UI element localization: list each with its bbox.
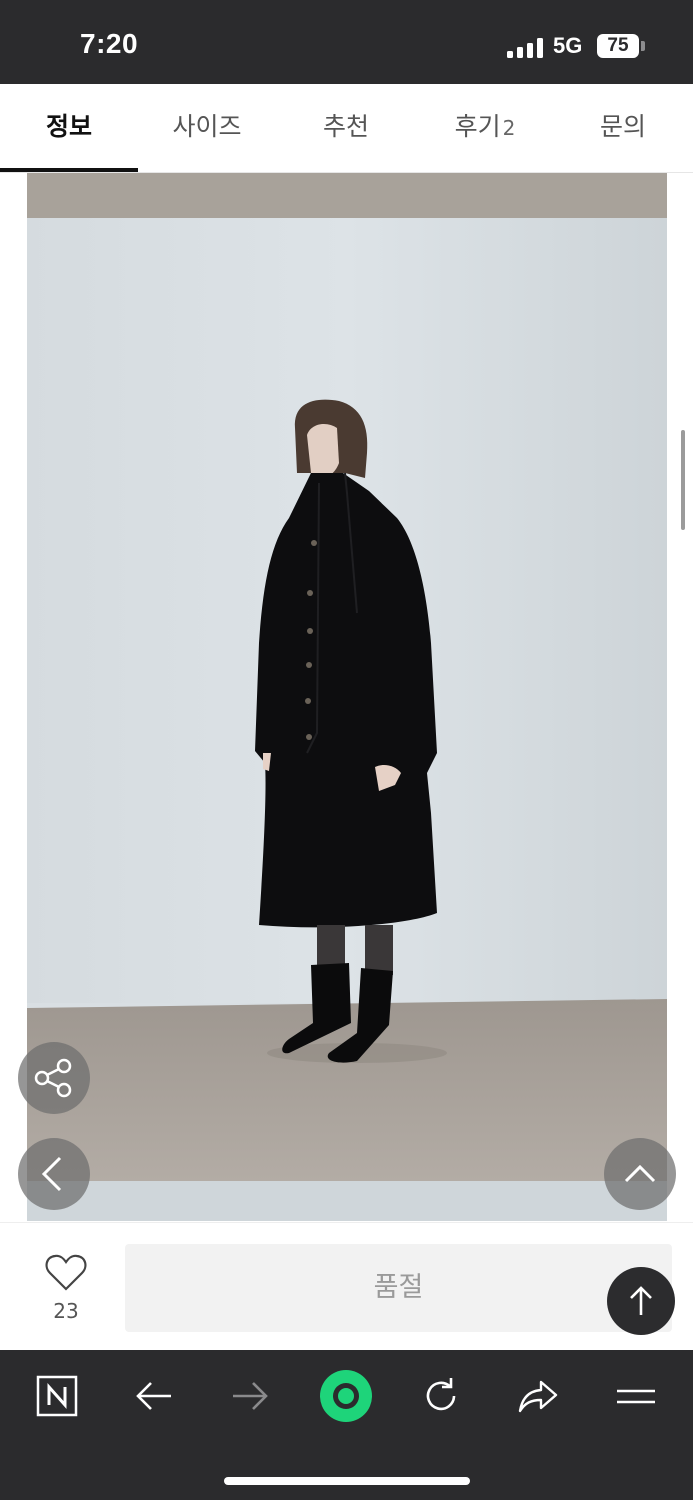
reload-icon [426,1378,456,1411]
product-photo [27,173,667,1221]
naver-home-button[interactable] [33,1372,81,1420]
status-bar: 7:20 5G 75 [0,0,693,84]
like-count: 23 [53,1299,79,1323]
tab-info-label: 정보 [45,112,92,141]
tab-size-label: 사이즈 [172,112,242,141]
tab-recommend-label: 추천 [322,112,369,141]
product-photo-image [27,173,667,1221]
chevron-up-icon [624,1164,656,1183]
tab-reviews[interactable]: 후기 2 [416,84,554,172]
reload-button[interactable] [417,1372,465,1420]
heart-icon [45,1254,87,1291]
menu-icon [617,1389,655,1404]
tab-bar: 정보 사이즈 추천 후기 2 문의 [0,84,693,173]
chevron-left-icon [41,1156,62,1192]
tab-reviews-count: 2 [502,116,516,140]
tab-size[interactable]: 사이즈 [138,84,276,172]
naver-icon [36,1375,78,1417]
tab-inquiry-label: 문의 [599,112,646,141]
tab-inquiry[interactable]: 문의 [554,84,692,172]
back-to-top-button[interactable] [607,1267,675,1335]
signal-icon [507,36,543,58]
soldout-button[interactable]: 품절 [125,1244,672,1332]
scroll-up-button[interactable] [604,1138,676,1210]
back-button[interactable] [130,1372,178,1420]
back-arrow-icon [136,1382,171,1410]
prev-image-button[interactable] [18,1138,90,1210]
scrollbar[interactable] [681,430,685,530]
like-button[interactable]: 23 [30,1253,102,1323]
home-indicator[interactable] [224,1477,470,1485]
battery-cap [641,41,645,51]
tab-reviews-label: 후기 [454,112,501,141]
network-label: 5G [553,33,583,58]
share-arrow-icon [518,1380,558,1413]
menu-button[interactable] [612,1372,660,1420]
share-icon [34,1058,72,1098]
battery-icon: 75 [597,34,639,58]
purchase-bar: 23 품절 [0,1222,693,1351]
share-button[interactable] [18,1042,90,1114]
forward-arrow-icon [233,1382,268,1410]
tab-recommend[interactable]: 추천 [277,84,415,172]
share-page-button[interactable] [514,1372,562,1420]
tab-info[interactable]: 정보 [0,84,138,172]
arrow-up-icon [630,1286,652,1315]
status-time: 7:20 [80,28,139,59]
green-dot-button[interactable] [318,1368,374,1424]
green-dot-icon [320,1370,372,1422]
forward-button[interactable] [226,1372,274,1420]
tab-active-indicator [0,168,138,172]
